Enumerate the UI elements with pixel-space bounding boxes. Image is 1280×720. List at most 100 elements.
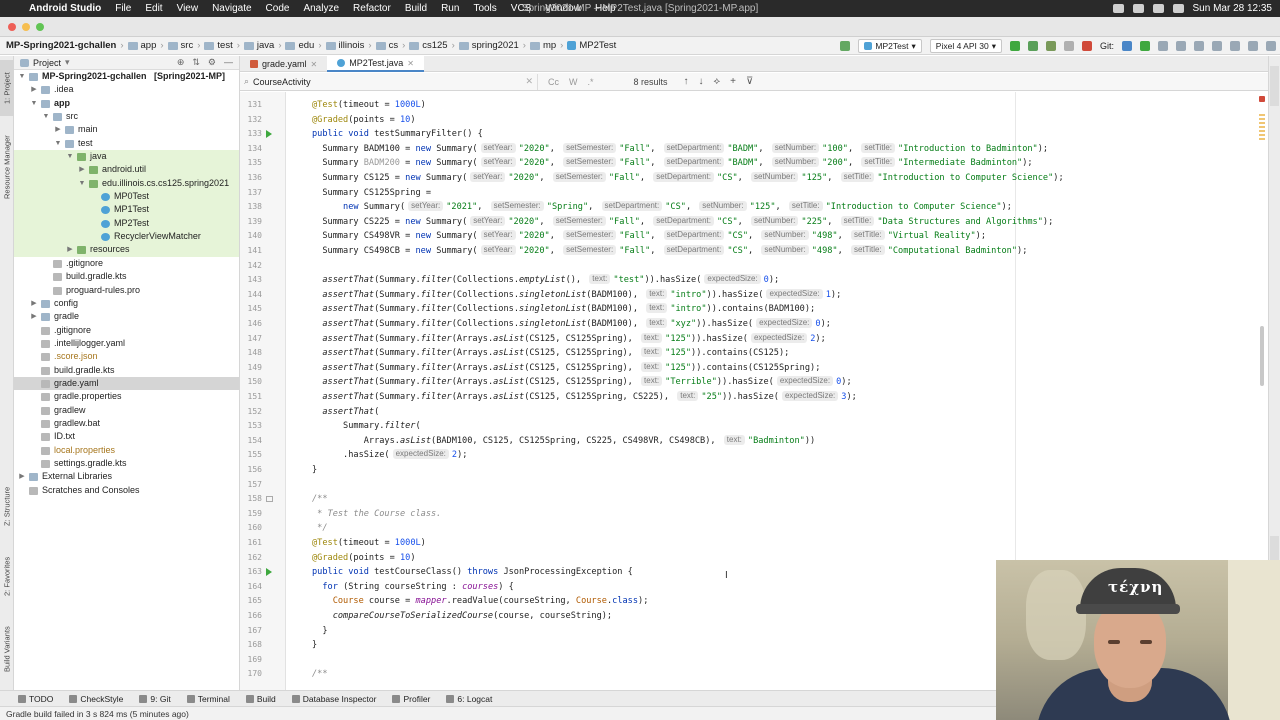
- breadcrumb-item[interactable]: app: [127, 40, 156, 51]
- breadcrumb-item[interactable]: src: [167, 40, 193, 51]
- build-hammer-icon[interactable]: [840, 41, 851, 51]
- tree-item[interactable]: ▶ .idea: [14, 83, 239, 96]
- code-line[interactable]: assertThat(Summary.filter(Collections.si…: [286, 288, 1268, 303]
- stop-icon[interactable]: [1063, 41, 1074, 51]
- tool-window-6-logcat[interactable]: 6: Logcat: [446, 694, 492, 704]
- tree-item[interactable]: .intellijlogger.yaml: [14, 337, 239, 350]
- tree-item[interactable]: ▼ test: [14, 137, 239, 150]
- tool-window-build[interactable]: Build: [245, 694, 276, 704]
- history-icon[interactable]: [1176, 41, 1186, 51]
- breadcrumb-item[interactable]: edu: [285, 40, 314, 51]
- search-marker[interactable]: [1259, 130, 1265, 132]
- code-line[interactable]: assertThat(Summary.filter(Arrays.asList(…: [286, 390, 1268, 405]
- chevron-down-icon[interactable]: ▼: [42, 110, 50, 123]
- code-line[interactable]: @Test(timeout = 1000L): [286, 98, 1268, 113]
- status-menu-icon[interactable]: [1112, 4, 1124, 13]
- code-line[interactable]: Summary CS125 = new Summary(setYear: "202…: [286, 171, 1268, 186]
- menu-window[interactable]: Window: [538, 3, 588, 14]
- breadcrumb-item[interactable]: test: [204, 40, 233, 51]
- tree-item[interactable]: local.properties: [14, 444, 239, 457]
- wifi-icon[interactable]: [1152, 4, 1164, 13]
- hide-panel-icon[interactable]: —: [224, 57, 233, 68]
- code-line[interactable]: assertThat(: [286, 405, 1268, 420]
- tree-item[interactable]: ID.txt: [14, 430, 239, 443]
- next-occurrence-icon[interactable]: ↓: [699, 76, 704, 87]
- chevron-right-icon[interactable]: ▶: [18, 470, 26, 483]
- error-stripe[interactable]: [1257, 96, 1267, 556]
- code-line[interactable]: * Test the Course class.: [286, 507, 1268, 522]
- tree-item[interactable]: ▶ External Libraries: [14, 470, 239, 483]
- chevron-down-icon[interactable]: ▼: [30, 97, 38, 110]
- breadcrumb-item[interactable]: java: [243, 40, 274, 51]
- tree-item[interactable]: ▼ app: [14, 97, 239, 110]
- zoom-window-button[interactable]: [36, 23, 44, 31]
- code-line[interactable]: Summary BADM200 = new Summary(setYear: "2…: [286, 156, 1268, 171]
- tree-item[interactable]: ▼ src: [14, 110, 239, 123]
- code-line[interactable]: Summary CS125Spring =: [286, 186, 1268, 201]
- filter-icon[interactable]: ⊽: [746, 76, 753, 87]
- menu-run[interactable]: Run: [434, 3, 466, 14]
- breadcrumb-item[interactable]: MP2Test: [567, 40, 616, 51]
- git-push-icon[interactable]: [1158, 41, 1168, 51]
- menu-edit[interactable]: Edit: [138, 3, 169, 14]
- tree-item[interactable]: ▼ edu.illinois.cs.cs125.spring2021: [14, 176, 239, 191]
- previous-occurrence-icon[interactable]: ↑: [684, 76, 689, 87]
- sdk-manager-icon[interactable]: [1212, 41, 1222, 51]
- avd-manager-icon[interactable]: [1081, 41, 1092, 51]
- code-line[interactable]: [286, 478, 1268, 493]
- tree-item[interactable]: build.gradle.kts: [14, 270, 239, 283]
- tree-item[interactable]: ▼ MP-Spring2021-gchallen [Spring2021-MP]: [14, 70, 239, 83]
- tab-build-variants[interactable]: Build Variants: [0, 616, 14, 682]
- tree-item[interactable]: .score.json: [14, 350, 239, 363]
- breadcrumb-item[interactable]: spring2021: [458, 40, 519, 51]
- tree-item[interactable]: .gitignore: [14, 257, 239, 270]
- close-icon[interactable]: ✕: [407, 59, 414, 68]
- code-line[interactable]: Summary CS498CB = new Summary(setYear: "2…: [286, 244, 1268, 259]
- run-icon[interactable]: [1009, 41, 1020, 51]
- chevron-right-icon[interactable]: ▶: [66, 243, 74, 256]
- coverage-icon[interactable]: [1045, 41, 1056, 51]
- add-selection-icon[interactable]: +: [730, 76, 736, 87]
- tool-window-terminal[interactable]: Terminal: [186, 694, 230, 704]
- menu-view[interactable]: View: [170, 3, 206, 14]
- git-update-icon[interactable]: [1122, 41, 1132, 51]
- tree-item[interactable]: ▶ resources: [14, 243, 239, 257]
- tool-window-database-inspector[interactable]: Database Inspector: [291, 694, 376, 704]
- search-icon[interactable]: [1172, 4, 1184, 13]
- words-toggle[interactable]: W: [569, 77, 578, 87]
- search-marker[interactable]: [1259, 126, 1265, 128]
- tree-item[interactable]: grade.yaml: [14, 376, 239, 391]
- chevron-down-icon[interactable]: ▼: [18, 70, 26, 83]
- tree-item[interactable]: proguard-rules.pro: [14, 284, 239, 297]
- minimize-window-button[interactable]: [22, 23, 30, 31]
- tool-window-9-git[interactable]: 9: Git: [139, 694, 171, 704]
- tree-item[interactable]: ▶ gradle: [14, 310, 239, 323]
- menu-build[interactable]: Build: [398, 3, 434, 14]
- tool-window-profiler[interactable]: Profiler: [392, 694, 430, 704]
- code-line[interactable]: assertThat(Summary.filter(Arrays.asList(…: [286, 361, 1268, 376]
- tree-item[interactable]: MP1Test: [14, 203, 239, 217]
- menu-code[interactable]: Code: [259, 3, 297, 14]
- search-marker[interactable]: [1259, 114, 1265, 116]
- search-marker[interactable]: [1259, 118, 1265, 120]
- code-line[interactable]: /**: [286, 492, 1268, 507]
- tree-item[interactable]: ▼ java: [14, 150, 239, 164]
- search-everywhere-icon[interactable]: [1266, 41, 1276, 51]
- code-line[interactable]: Summary CS225 = new Summary(setYear: "202…: [286, 215, 1268, 230]
- tool-window-todo[interactable]: TODO: [18, 694, 53, 704]
- menu-tools[interactable]: Tools: [466, 3, 503, 14]
- revert-icon[interactable]: [1194, 41, 1204, 51]
- close-window-button[interactable]: [8, 23, 16, 31]
- menu-navigate[interactable]: Navigate: [205, 3, 258, 14]
- project-view-select[interactable]: Project: [33, 58, 61, 68]
- code-line[interactable]: Summary CS498VR = new Summary(setYear: "2…: [286, 229, 1268, 244]
- tab-grade-yaml[interactable]: grade.yaml ✕: [240, 56, 327, 72]
- code-line[interactable]: }: [286, 463, 1268, 478]
- collapse-all-icon[interactable]: ⇅: [192, 57, 200, 68]
- code-line[interactable]: assertThat(Summary.filter(Arrays.asList(…: [286, 332, 1268, 347]
- tree-item[interactable]: MP2Test: [14, 216, 239, 231]
- menu-help[interactable]: Help: [588, 3, 623, 14]
- code-line[interactable]: Summary.filter(: [286, 419, 1268, 434]
- menu-analyze[interactable]: Analyze: [296, 3, 346, 14]
- gradle-tool-icon[interactable]: [1270, 66, 1279, 106]
